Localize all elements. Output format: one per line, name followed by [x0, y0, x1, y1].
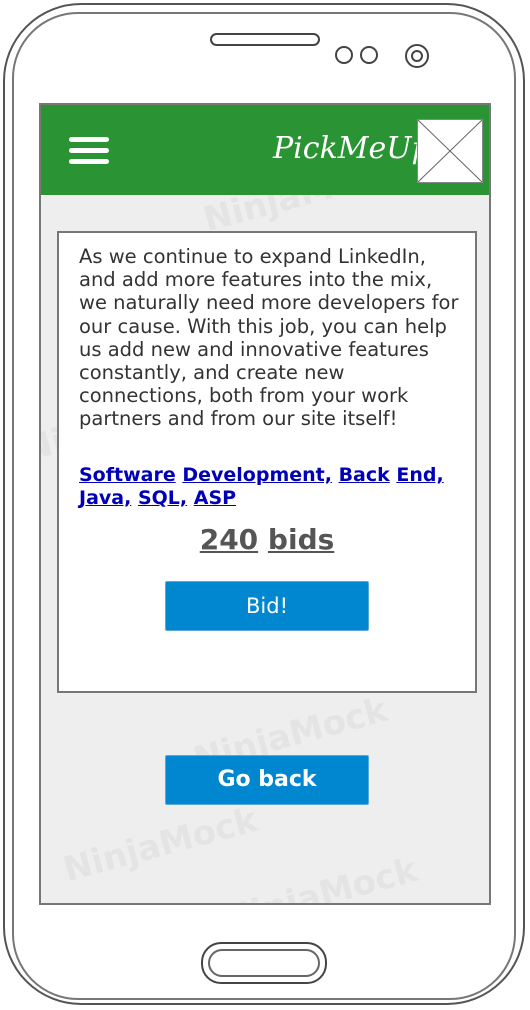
- bids-count: 240 bids: [59, 523, 475, 556]
- job-card: As we continue to expand LinkedIn, and a…: [57, 231, 477, 693]
- bid-button[interactable]: Bid!: [165, 581, 369, 631]
- job-description: As we continue to expand LinkedIn, and a…: [79, 245, 459, 431]
- watermark: NinjaMock: [219, 849, 422, 905]
- phone-screen: NinjaMock NinjaMock NinjaMock NinjaMock …: [39, 103, 491, 905]
- tag-link[interactable]: Software: [79, 464, 176, 486]
- image-placeholder-icon: [417, 119, 483, 183]
- app-header: PickMeUp: [41, 105, 489, 195]
- sensor-dot: [335, 46, 353, 64]
- app-title: PickMeUp: [273, 131, 431, 166]
- speaker-slot: [210, 33, 320, 46]
- bids-label: bids: [267, 523, 335, 556]
- front-camera: [405, 44, 429, 68]
- watermark: NinjaMock: [59, 799, 262, 891]
- sensor-dot: [360, 46, 378, 64]
- tag-link[interactable]: End,: [396, 464, 443, 486]
- home-button[interactable]: [201, 942, 327, 984]
- tag-link[interactable]: Java,: [79, 487, 131, 509]
- tag-link[interactable]: SQL,: [138, 487, 187, 509]
- job-tags: Software Development, Back End, Java, SQ…: [79, 464, 459, 510]
- tag-link[interactable]: Development,: [182, 464, 332, 486]
- go-back-button[interactable]: Go back: [165, 755, 369, 805]
- bids-number: 240: [199, 523, 259, 556]
- tag-link[interactable]: ASP: [194, 487, 236, 509]
- hamburger-menu-icon[interactable]: [69, 137, 109, 165]
- tag-link[interactable]: Back: [339, 464, 390, 486]
